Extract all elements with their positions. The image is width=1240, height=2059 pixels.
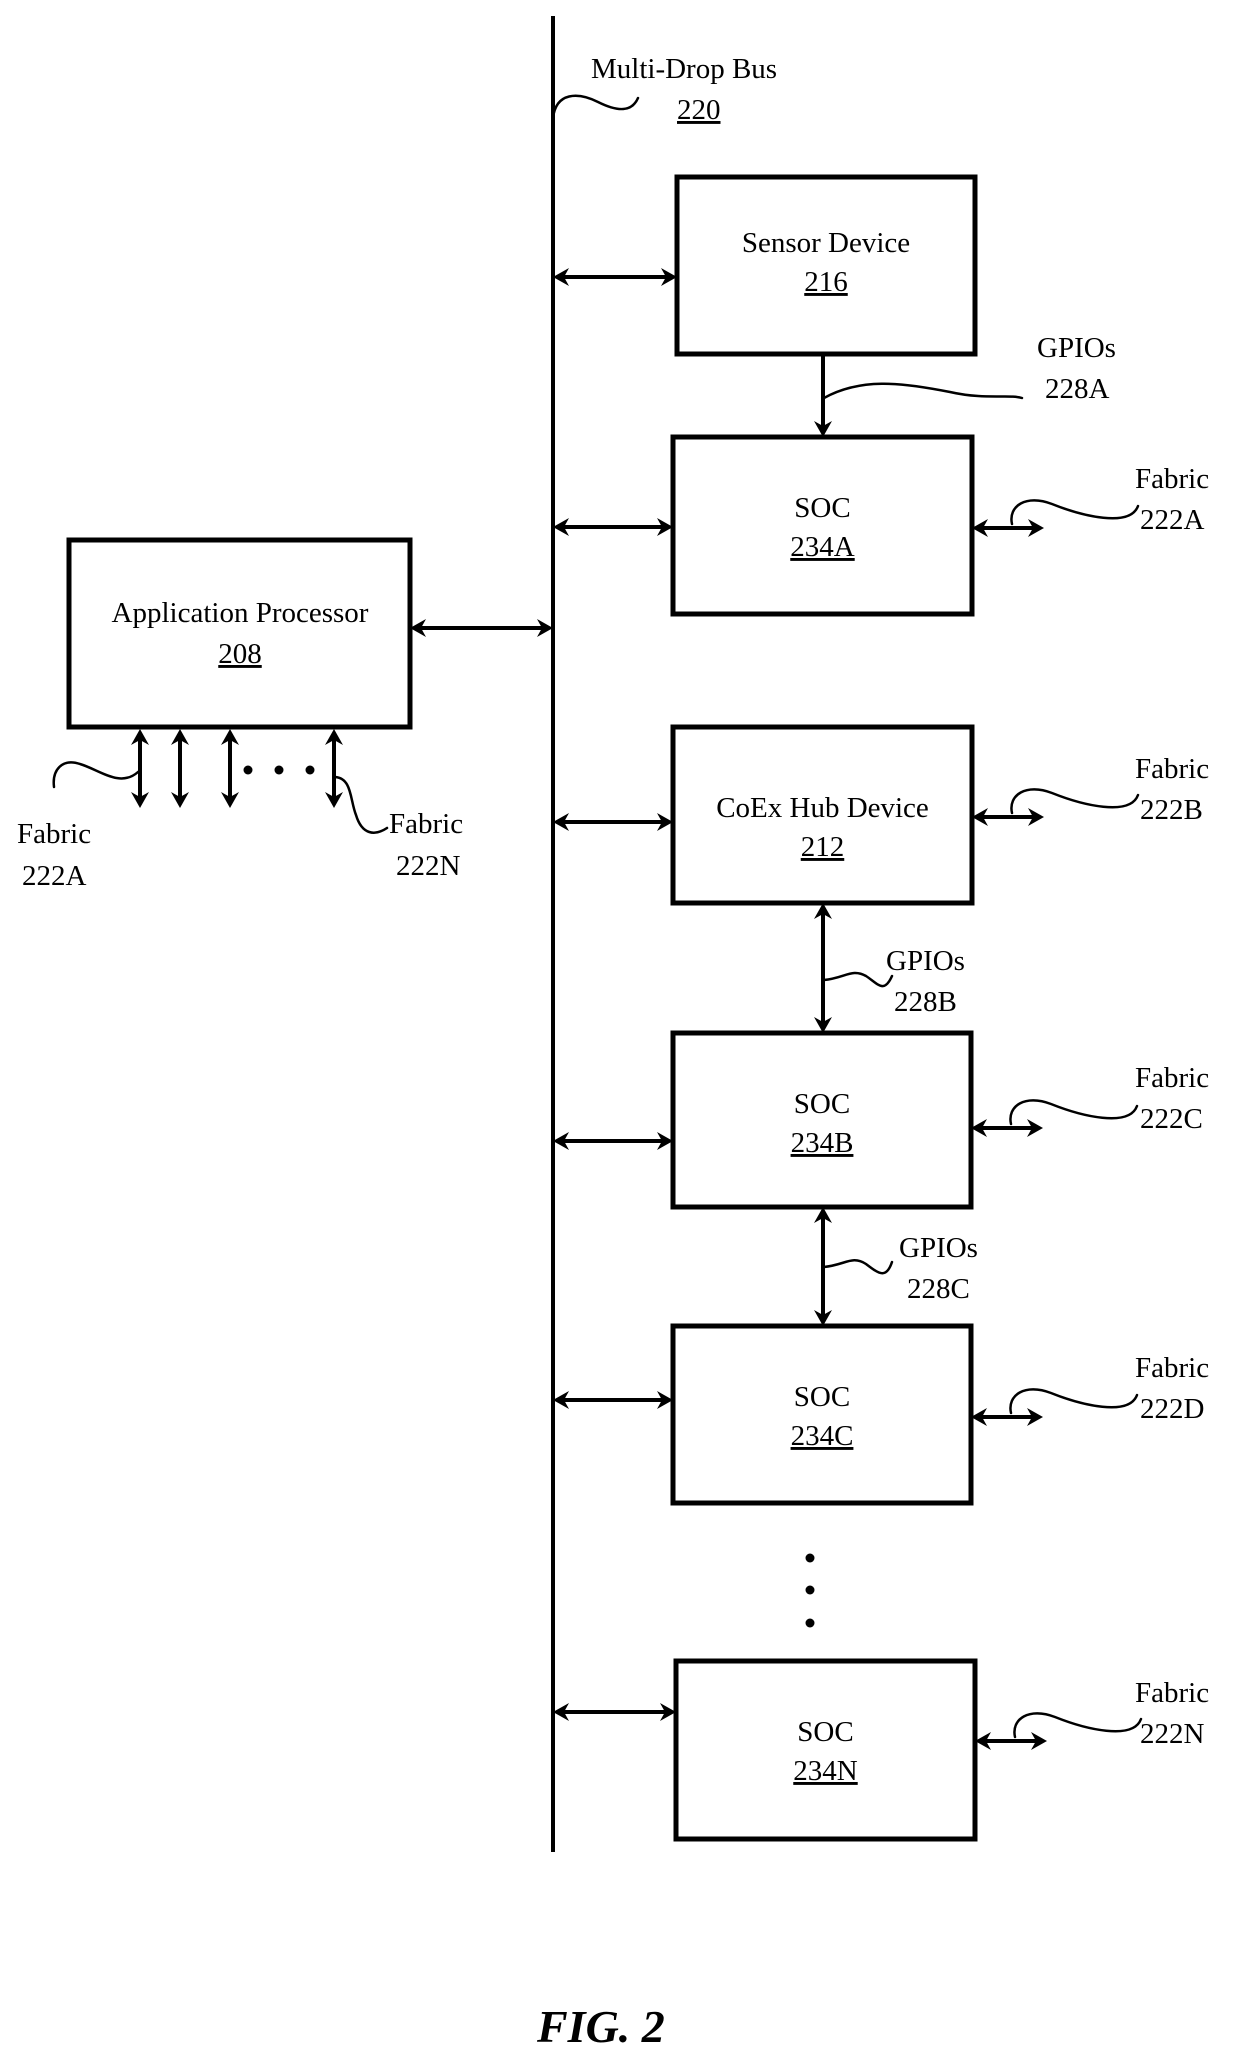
bus-link-arrow: [553, 1703, 676, 1721]
ap-fabric-first-ref: 222A: [22, 860, 87, 892]
device-box: [670, 434, 975, 617]
ellipsis-dot: [274, 765, 284, 775]
fabric-ref: 222B: [1140, 794, 1203, 826]
bus-link-arrow: [553, 518, 673, 536]
device-name: SOC: [794, 1088, 850, 1120]
fabric-label: Fabric: [1135, 1677, 1209, 1709]
fabric-ref: 222C: [1140, 1103, 1203, 1135]
ap-to-bus-arrow: [410, 619, 553, 637]
fabric-arrow: [971, 1408, 1043, 1426]
device-name: CoEx Hub Device: [716, 792, 929, 824]
bus-leader: [551, 94, 640, 120]
application-processor-label: Application Processor: [112, 597, 369, 629]
ap-fabric-arrow: [131, 729, 149, 808]
application-processor: Application Processor 208 Fabric 222A Fa…: [17, 537, 553, 892]
device-box: [673, 1658, 978, 1842]
fabric-link: Fabric 222D: [971, 1352, 1209, 1426]
device-soc-c: SOC 234C Fabric 222D: [553, 1323, 1209, 1506]
gpio-leader: [822, 1259, 894, 1275]
ap-fabric-arrow: [171, 729, 189, 808]
ellipsis-dot: [805, 1618, 815, 1628]
fabric-ref: 222D: [1140, 1393, 1204, 1425]
ap-fabric-last-label: Fabric: [389, 808, 463, 840]
device-box: [670, 1323, 974, 1506]
ap-fabric-last-ref: 222N: [396, 850, 461, 882]
device-ref: 234C: [791, 1420, 854, 1452]
fabric-arrow: [972, 808, 1044, 826]
fabric-222n-leader: [333, 775, 389, 834]
block-diagram: Multi-Drop Bus 220 Application Processor…: [17, 16, 1209, 2052]
device-ref: 212: [801, 831, 845, 863]
figure-caption: FIG. 2: [536, 2001, 665, 2052]
gpio-leader: [822, 382, 1024, 400]
fabric-label: Fabric: [1135, 1352, 1209, 1384]
gpio-link-228c: GPIOs 228C: [814, 1207, 978, 1326]
gpio-label: GPIOs: [1037, 332, 1116, 364]
device-name: SOC: [794, 492, 850, 524]
ap-fabric-arrow: [221, 729, 239, 808]
gpio-ref: 228B: [894, 986, 957, 1018]
ellipsis-dot: [305, 765, 315, 775]
device-column: Sensor Device 216 SOC 234A Fabric 222A CoEx Hu…: [553, 174, 1209, 1842]
ellipsis-dot: [805, 1553, 815, 1563]
fabric-ref: 222N: [1140, 1718, 1205, 1750]
fabric-arrow: [971, 1119, 1043, 1137]
gpio-ref: 228A: [1045, 373, 1110, 405]
device-soc-b: SOC 234B Fabric 222C: [553, 1030, 1209, 1210]
gpio-leader: [822, 971, 894, 988]
device-ref: 234B: [791, 1127, 854, 1159]
fabric-link: Fabric 222A: [972, 463, 1209, 537]
device-ref: 216: [804, 266, 848, 298]
bus-link-arrow: [553, 268, 677, 286]
fabric-link: Fabric 222C: [971, 1062, 1209, 1137]
device-ref: 234A: [790, 531, 855, 563]
gpio-ref: 228C: [907, 1273, 970, 1305]
device-name: SOC: [794, 1381, 850, 1413]
fabric-arrow: [975, 1732, 1047, 1750]
fabric-label: Fabric: [1135, 463, 1209, 495]
ap-fabric-arrow: [325, 729, 343, 808]
fabric-label: Fabric: [1135, 753, 1209, 785]
application-processor-ref: 208: [218, 638, 262, 670]
ellipsis-dot: [805, 1585, 815, 1595]
device-name: SOC: [797, 1716, 853, 1748]
gpio-arrow: [814, 903, 832, 1033]
bus-link-arrow: [553, 1132, 673, 1150]
device-sensor: Sensor Device 216: [553, 174, 978, 357]
device-ref: 234N: [793, 1755, 858, 1787]
bus-label: Multi-Drop Bus: [591, 53, 777, 85]
bus-link-arrow: [553, 813, 673, 831]
fabric-222a-leader: [52, 761, 140, 789]
device-soc-a: SOC 234A Fabric 222A: [553, 434, 1209, 617]
continuation-ellipsis: [805, 1553, 815, 1628]
application-processor-box: [66, 537, 413, 730]
fabric-label: Fabric: [1135, 1062, 1209, 1094]
bus-link-arrow: [553, 1391, 673, 1409]
ap-fabric-first-label: Fabric: [17, 818, 91, 850]
fabric-arrow: [972, 519, 1044, 537]
device-soc-n: SOC 234N Fabric 222N: [553, 1658, 1209, 1842]
bus-ref: 220: [677, 94, 721, 126]
ap-bus-arrow: [410, 619, 553, 637]
device-box: [670, 1030, 974, 1210]
gpio-label: GPIOs: [899, 1232, 978, 1264]
ellipsis-dot: [243, 765, 253, 775]
fabric-ref: 222A: [1140, 504, 1205, 536]
device-coex: CoEx Hub Device 212 Fabric 222B: [553, 724, 1209, 906]
device-name: Sensor Device: [742, 227, 910, 259]
gpio-label: GPIOs: [886, 945, 965, 977]
fabric-link: Fabric 222N: [975, 1677, 1209, 1750]
gpio-link-228b: GPIOs 228B: [814, 903, 965, 1033]
fabric-link: Fabric 222B: [972, 753, 1209, 826]
